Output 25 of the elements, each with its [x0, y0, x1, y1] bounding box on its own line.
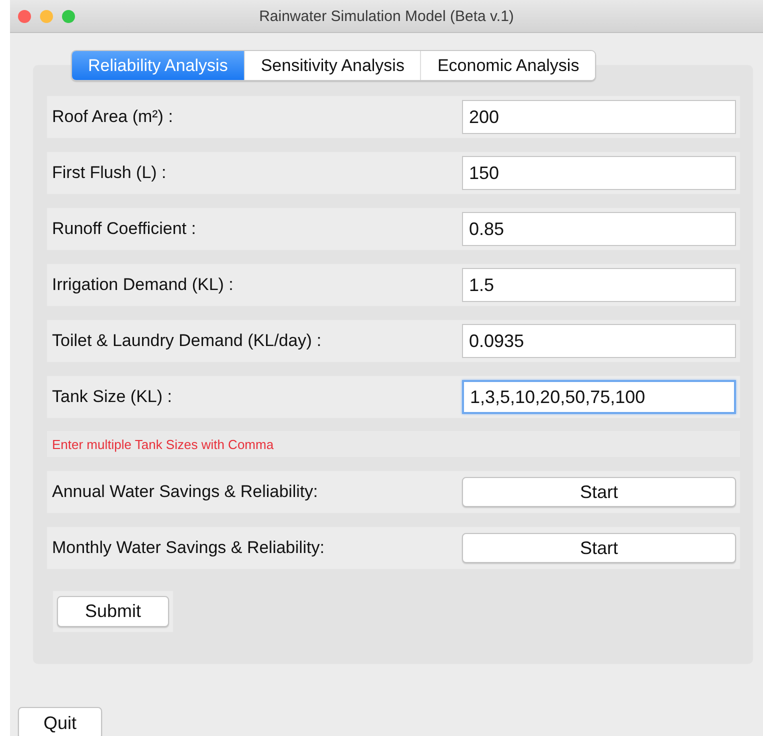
- field-label: Irrigation Demand (KL) :: [52, 275, 234, 295]
- field-label: Toilet & Laundry Demand (KL/day) :: [52, 331, 322, 351]
- hint-text: Enter multiple Tank Sizes with Comma: [52, 436, 274, 452]
- field-label: First Flush (L) :: [52, 163, 166, 183]
- start-button[interactable]: Start: [462, 477, 736, 507]
- action-label: Monthly Water Savings & Reliability:: [52, 538, 324, 558]
- submit-button[interactable]: Submit: [57, 596, 169, 627]
- field-label: Tank Size (KL) :: [52, 387, 172, 407]
- input-field[interactable]: 0.0935: [462, 324, 736, 358]
- input-field[interactable]: 1,3,5,10,20,50,75,100: [462, 380, 736, 414]
- tab[interactable]: Economic Analysis: [420, 51, 596, 80]
- start-button[interactable]: Start: [462, 533, 736, 563]
- tab[interactable]: Sensitivity Analysis: [244, 51, 420, 80]
- window-control-icon[interactable]: [18, 10, 31, 23]
- input-field[interactable]: 150: [462, 156, 736, 190]
- field-label: Roof Area (m²) :: [52, 107, 173, 127]
- input-field[interactable]: 1.5: [462, 268, 736, 302]
- field-label: Runoff Coefficient :: [52, 219, 196, 239]
- input-field[interactable]: 200: [462, 100, 736, 134]
- window-control-icon[interactable]: [40, 10, 53, 23]
- input-field[interactable]: 0.85: [462, 212, 736, 246]
- quit-button[interactable]: Quit: [18, 707, 102, 736]
- action-label: Annual Water Savings & Reliability:: [52, 482, 318, 502]
- window-title: Rainwater Simulation Model (Beta v.1): [259, 8, 514, 24]
- window-control-icon[interactable]: [62, 10, 75, 23]
